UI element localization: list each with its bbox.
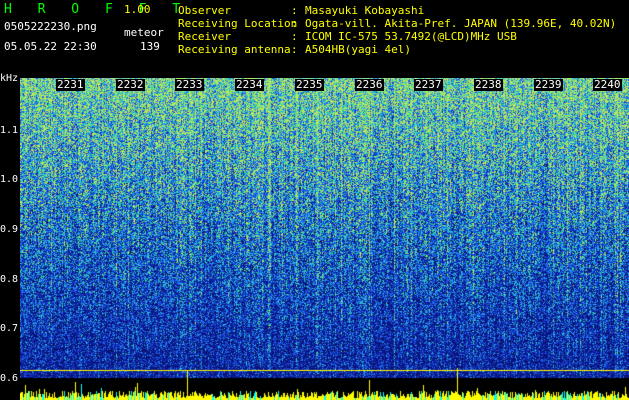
x-tick-label: 2234	[235, 78, 264, 91]
info-value: ICOM IC-575 53.7492(@LCD)MHz USB	[305, 30, 517, 43]
info-sep: :	[291, 4, 298, 17]
x-tick-label: 2237	[414, 78, 443, 91]
datetime-label: 05.05.22 22:30	[4, 40, 97, 53]
x-tick-label: 2239	[534, 78, 563, 91]
y-unit-label: kHz	[0, 73, 19, 84]
info-location: Receiving Location: Ogata-vill. Akita-Pre…	[178, 17, 616, 30]
y-tick-label: 0.7	[0, 323, 19, 334]
x-tick-label: 2235	[295, 78, 324, 91]
y-tick-label: 0.6	[0, 373, 19, 384]
x-tick-label: 2236	[355, 78, 384, 91]
x-tick-label: 2231	[56, 78, 85, 91]
info-value: Ogata-vill. Akita-Pref. JAPAN (139.96E, …	[305, 17, 617, 30]
info-label: Receiver	[178, 30, 231, 43]
info-sep: :	[291, 30, 298, 43]
count-label: 139	[140, 40, 160, 53]
y-tick-label: 0.9	[0, 224, 19, 235]
version-label: 1.00	[124, 3, 151, 16]
info-label: Receiving Location	[178, 17, 298, 30]
y-tick-label: 0.8	[0, 274, 19, 285]
info-observer: Observer: Masayuki Kobayashi	[178, 4, 424, 17]
mode-label: meteor	[124, 26, 164, 39]
info-value: A504HB(yagi 4el)	[305, 43, 411, 56]
x-tick-label: 2232	[116, 78, 145, 91]
info-label: Observer	[178, 4, 231, 17]
x-tick-label: 2238	[474, 78, 503, 91]
info-antenna: Receiving antenna: A504HB(yagi 4el)	[178, 43, 411, 56]
info-label: Receiving antenna	[178, 43, 291, 56]
y-tick-label: 1.0	[0, 174, 19, 185]
info-sep: :	[291, 43, 298, 56]
filename-label: 0505222230.png	[4, 20, 97, 33]
info-value: Masayuki Kobayashi	[305, 4, 425, 17]
x-tick-label: 2233	[175, 78, 204, 91]
x-tick-label: 2240	[593, 78, 622, 91]
y-tick-label: 1.1	[0, 125, 19, 136]
spectrogram-canvas	[20, 78, 629, 400]
info-receiver: Receiver: ICOM IC-575 53.7492(@LCD)MHz US…	[178, 30, 517, 43]
app-title: H R O F F T	[4, 2, 190, 17]
info-sep: :	[291, 17, 298, 30]
